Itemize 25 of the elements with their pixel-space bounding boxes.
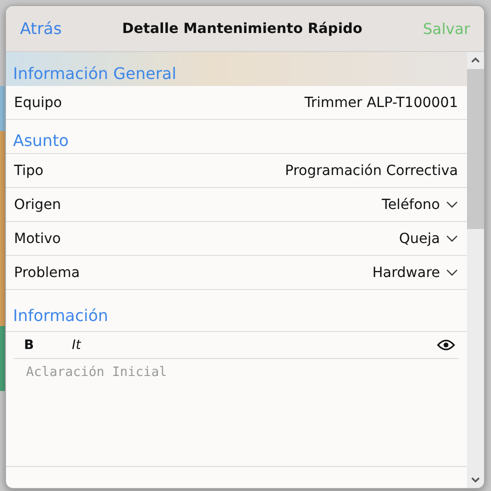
italic-button[interactable]: It bbox=[68, 338, 85, 352]
field-label: Problema bbox=[14, 264, 81, 280]
field-label: Origen bbox=[14, 196, 62, 212]
field-value: Trimmer ALP-T100001 bbox=[304, 94, 458, 110]
eye-icon[interactable] bbox=[437, 339, 455, 351]
picker-row[interactable]: Origen Teléfono bbox=[6, 188, 467, 222]
picker-row[interactable]: Problema Hardware bbox=[6, 256, 467, 290]
field-value: Queja bbox=[399, 230, 440, 246]
field-value: Programación Correctiva bbox=[285, 162, 458, 178]
chevron-down-icon bbox=[446, 200, 458, 208]
field-value: Teléfono bbox=[382, 196, 440, 212]
field-label: Motivo bbox=[14, 230, 62, 246]
chevron-down-icon bbox=[446, 268, 458, 276]
field-label: Tipo bbox=[14, 162, 44, 178]
picker-row[interactable]: Motivo Queja bbox=[6, 222, 467, 256]
section-title: Información bbox=[13, 306, 108, 325]
section-title: Asunto bbox=[13, 131, 69, 150]
field-label: Equipo bbox=[14, 94, 63, 110]
bold-button[interactable]: B bbox=[20, 338, 38, 352]
section-title: Información General bbox=[13, 64, 176, 83]
dialog-title: Detalle Mantenimiento Rápido bbox=[122, 20, 362, 36]
scrollbar[interactable] bbox=[467, 52, 484, 488]
field-value: Hardware bbox=[372, 264, 440, 280]
scrollbar-thumb[interactable] bbox=[467, 69, 484, 229]
chevron-down-icon bbox=[446, 234, 458, 242]
